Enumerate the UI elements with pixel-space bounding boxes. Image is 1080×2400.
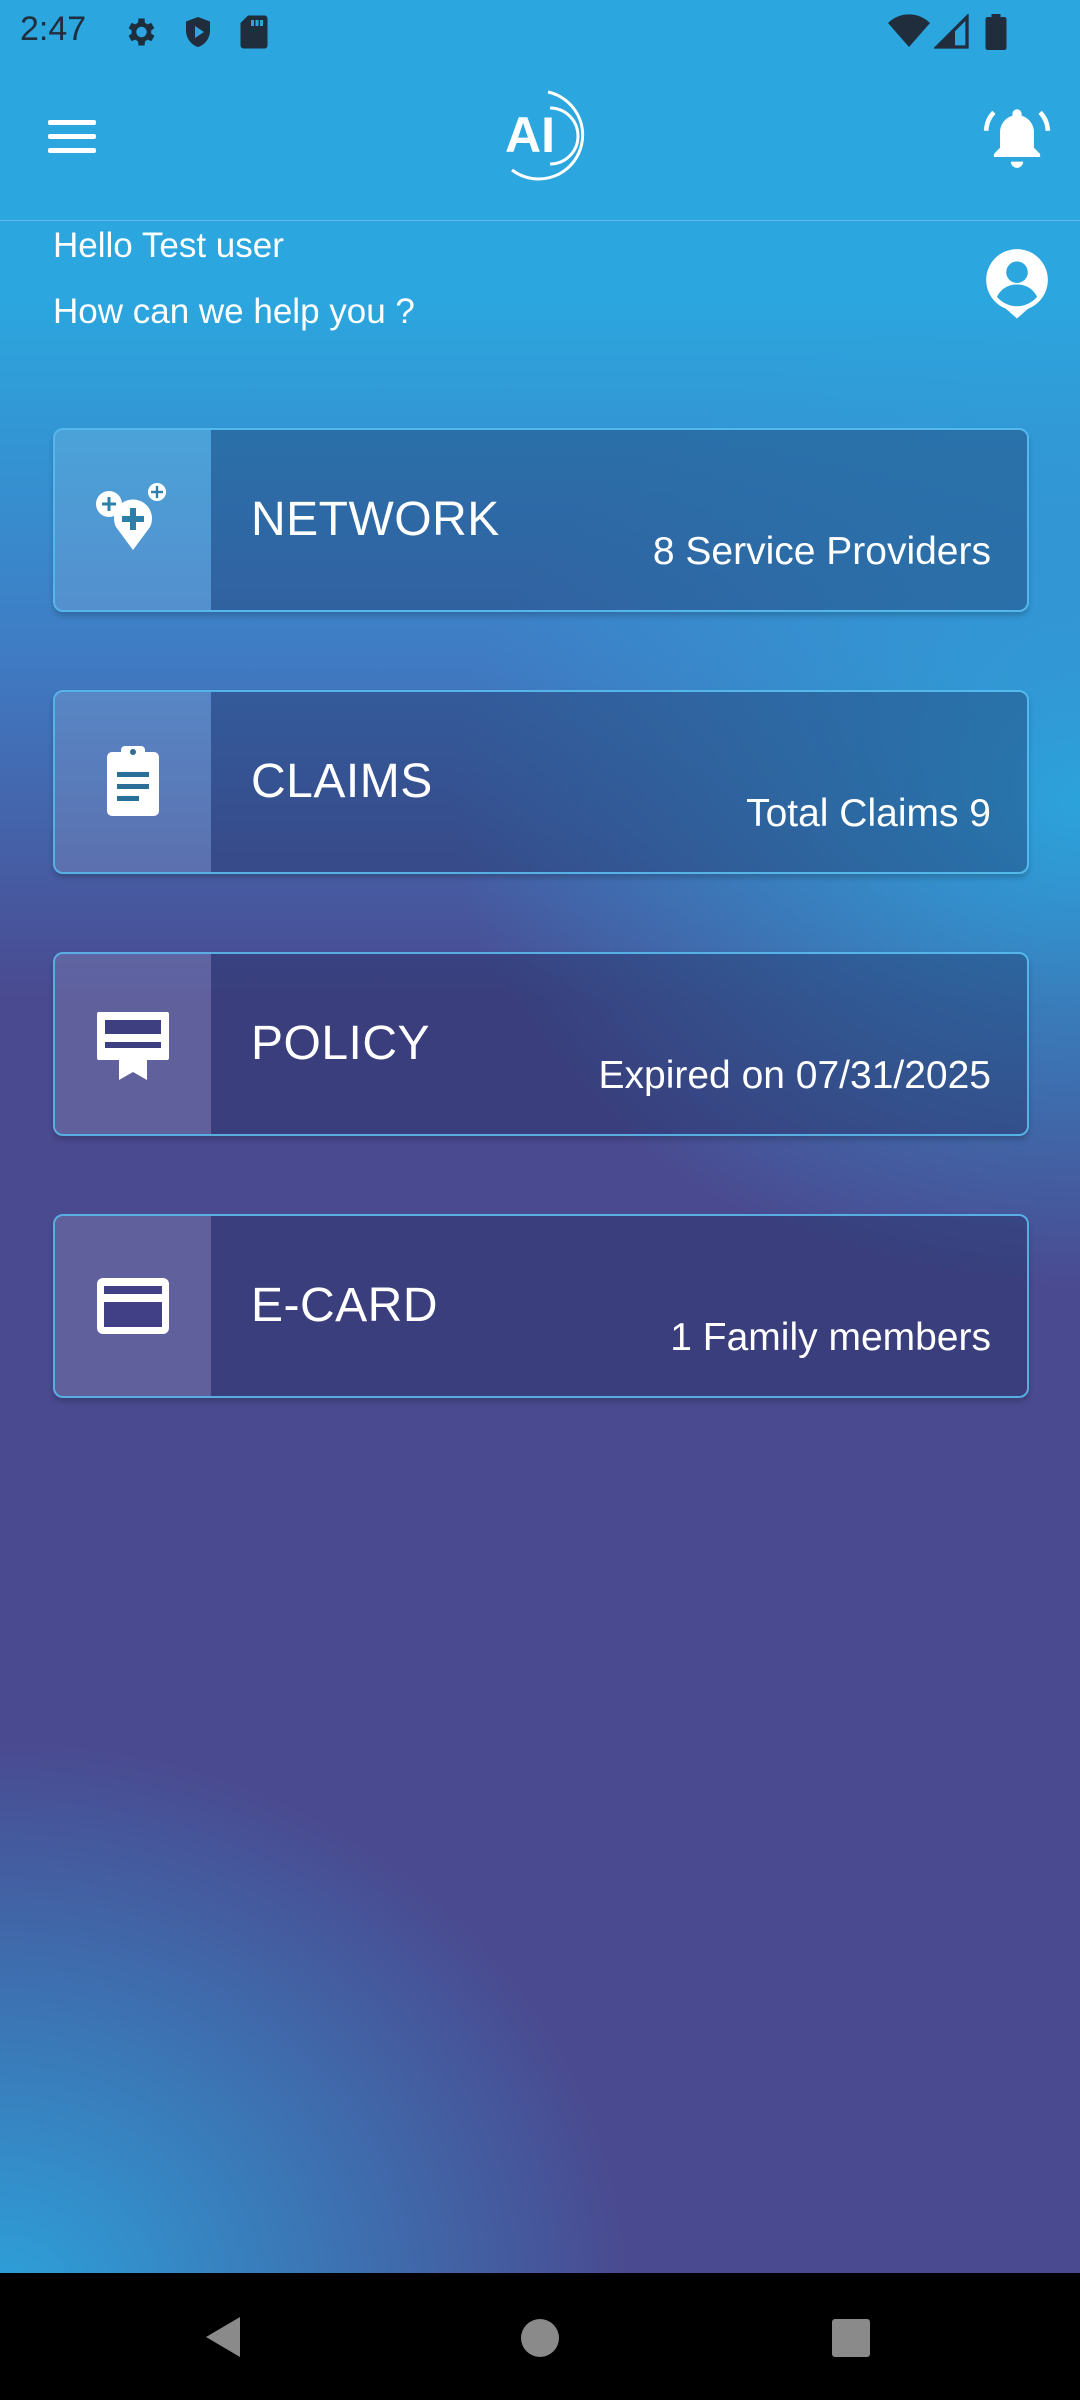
clipboard-icon xyxy=(107,746,159,816)
system-nav-bar xyxy=(0,2273,1080,2400)
greeting-name: Hello Test user xyxy=(53,226,284,265)
bell-alert-icon[interactable] xyxy=(980,100,1054,174)
greeting-question: How can we help you ? xyxy=(53,292,415,331)
network-subtitle: 8 Service Providers xyxy=(652,530,991,573)
app-logo: AI xyxy=(490,86,590,186)
card-icon-cell xyxy=(55,1216,211,1396)
card-icon-cell xyxy=(55,692,211,872)
claims-title: CLAIMS xyxy=(251,755,433,808)
app-bar: AI xyxy=(0,62,1080,221)
certificate-icon xyxy=(97,1012,169,1080)
location-plus-icon xyxy=(96,483,166,550)
network-title: NETWORK xyxy=(251,493,500,546)
status-bar: 2:47 xyxy=(0,0,1080,62)
card-icon-cell xyxy=(55,430,211,610)
back-icon[interactable] xyxy=(200,2313,248,2361)
gear-icon xyxy=(128,18,155,46)
hamburger-menu-icon[interactable] xyxy=(40,112,108,168)
claims-subtitle: Total Claims 9 xyxy=(746,792,991,835)
ecard-card[interactable]: E-CARD 1 Family members xyxy=(53,1214,1029,1398)
credit-card-icon xyxy=(97,1278,169,1334)
home-icon[interactable] xyxy=(517,2315,563,2361)
claims-card[interactable]: CLAIMS Total Claims 9 xyxy=(53,690,1029,874)
status-time: 2:47 xyxy=(20,10,87,48)
policy-subtitle: Expired on 07/31/2025 xyxy=(598,1054,991,1097)
recents-icon[interactable] xyxy=(828,2315,874,2361)
battery-icon xyxy=(985,14,1007,50)
policy-card[interactable]: POLICY Expired on 07/31/2025 xyxy=(53,952,1029,1136)
profile-icon[interactable] xyxy=(980,246,1054,320)
ecard-subtitle: 1 Family members xyxy=(670,1316,991,1359)
shield-play-icon xyxy=(186,17,210,47)
card-icon-cell xyxy=(55,954,211,1134)
home-screen: 2:47 AI Hello Test user How can we help … xyxy=(0,0,1080,2400)
wifi-icon xyxy=(888,14,930,47)
cell-signal-icon xyxy=(934,14,969,49)
sd-card-icon xyxy=(240,15,268,49)
network-card[interactable]: NETWORK 8 Service Providers xyxy=(53,428,1029,612)
policy-title: POLICY xyxy=(251,1017,431,1070)
ecard-title: E-CARD xyxy=(251,1279,439,1332)
logo-text: AI xyxy=(505,107,555,163)
